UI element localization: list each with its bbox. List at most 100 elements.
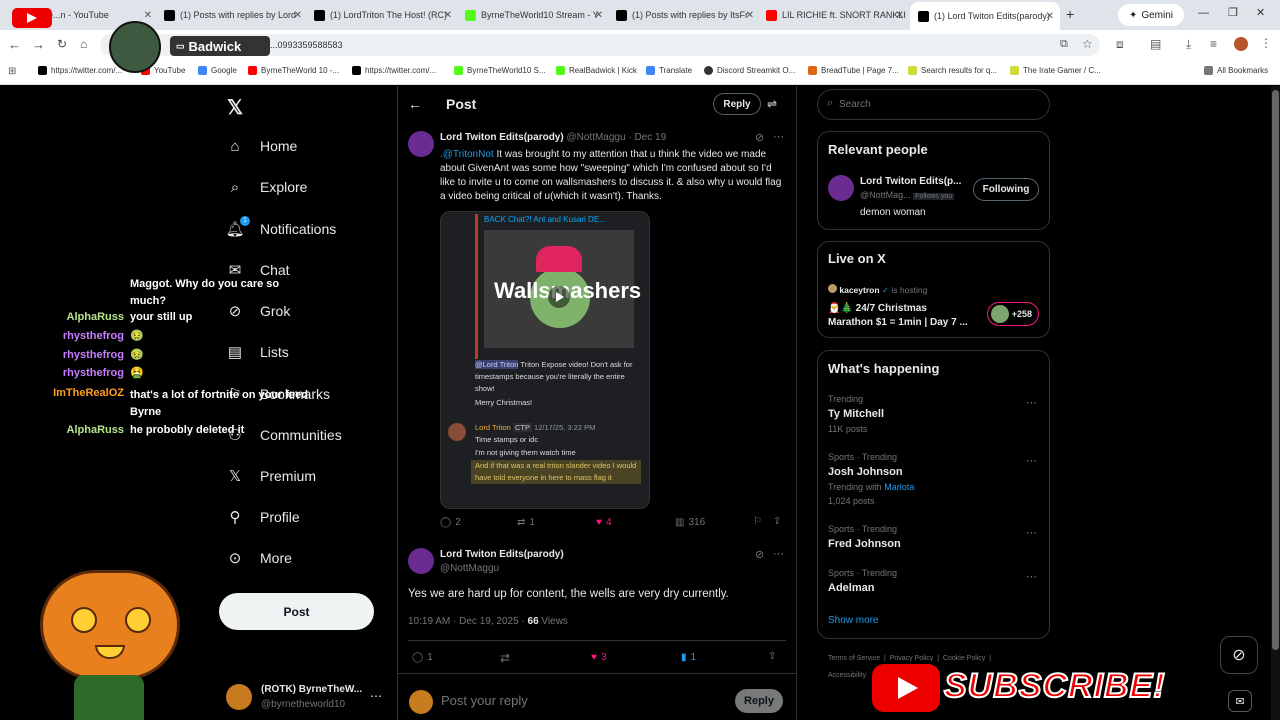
filter-icon[interactable]: ⇌ [767,97,777,111]
bookmark-icon[interactable]: ⚐ [753,516,762,527]
account-menu-icon[interactable]: ⋯ [370,689,382,703]
footer-link[interactable]: Cookie Policy [943,655,985,662]
scrollbar[interactable] [1271,86,1280,720]
repost-action[interactable]: ⇄ 1 [517,517,535,528]
nav-premium[interactable]: 𝕏 Premium [226,467,316,485]
live-host-row[interactable]: kaceytron ✓ is hosting [828,284,927,296]
extensions-icon[interactable]: ⧈ [1116,37,1124,52]
nav-profile[interactable]: ⚲ Profile [226,508,300,526]
close-window-icon[interactable]: ✕ [1256,6,1265,19]
nav-more[interactable]: ⊙ More [226,549,292,567]
browser-tab[interactable]: (1) Posts with replies by ItsFr ✕ [616,5,756,25]
messages-icon[interactable]: ✉ [1228,690,1252,712]
like-action[interactable]: ♥ 3 [591,652,607,663]
bookmark-item[interactable]: ByrneTheWorld 10 -... [248,66,339,75]
media-icon[interactable]: ≡ [1210,37,1217,51]
bookmark-item[interactable]: Discord Streamkit O... [704,66,795,75]
install-icon[interactable]: ⧉ [1060,38,1068,51]
author-name[interactable]: Lord Twiton Edits(parody) [440,549,564,560]
sidepanel-icon[interactable]: ▤ [1150,37,1161,51]
footer-link[interactable]: Terms of Service [828,655,880,662]
x-logo-icon[interactable]: 𝕏 [227,95,243,120]
live-listeners[interactable]: +258 [987,302,1039,326]
trend-item[interactable]: Sports · Trending Adelman [828,568,897,594]
browser-tab[interactable]: (1) Posts with replies by Lord ✕ [164,5,304,25]
more-options-icon[interactable]: ⋯ [773,130,784,143]
trend-item[interactable]: Trending Ty Mitchell 11K posts [828,394,884,434]
profile-avatar[interactable] [1234,37,1248,51]
post-date[interactable]: · Dec 19 [628,132,666,143]
reply-input[interactable]: Post your reply [441,693,528,708]
like-action[interactable]: ♥ 4 [596,517,612,528]
share-icon[interactable]: ⇪ [773,516,781,527]
footer-link[interactable]: Privacy Policy [890,655,934,662]
download-icon[interactable]: ⤓ [1186,37,1191,52]
mention-link[interactable]: .@TritonNot [440,149,494,160]
share-icon[interactable]: ⇪ [768,651,776,662]
reply-header-button[interactable]: Reply [713,93,761,115]
forward-icon[interactable]: → [32,37,45,52]
trend-more-icon[interactable]: ⋯ [1026,454,1037,467]
trend-item[interactable]: Sports · Trending Fred Johnson [828,524,901,550]
bookmark-action[interactable]: ▮ 1 [681,652,696,663]
bookmark-item[interactable]: Search results for q... [908,66,997,75]
views-action[interactable]: ▥ 316 [675,517,705,528]
apps-icon[interactable]: ⊞ [8,66,16,77]
trend-more-icon[interactable]: ⋯ [1026,396,1037,409]
live-title: Live on X [828,251,886,266]
browser-tab[interactable]: LIL RICHIE ft. SNORT RANKLI ✕ [766,5,906,25]
trend-item[interactable]: Sports · Trending Josh Johnson Trending wi… [828,452,914,506]
play-icon[interactable] [548,286,570,308]
all-bookmarks[interactable]: All Bookmarks [1204,66,1268,75]
bookmark-item[interactable]: Translate [646,66,692,75]
bookmark-item[interactable]: https://twitter.com/... [352,66,436,75]
trend-more-icon[interactable]: ⋯ [1026,570,1037,583]
trend-more-icon[interactable]: ⋯ [1026,526,1037,539]
bookmark-item[interactable]: RealBadwick | Kick [556,66,637,75]
nav-explore[interactable]: ⌕ Explore [226,178,308,196]
back-arrow-icon[interactable]: ← [408,96,422,112]
grok-icon[interactable]: ⊘ [755,131,764,144]
author-avatar[interactable] [408,131,434,157]
nav-home[interactable]: ⌂ Home [226,137,297,155]
new-tab-button[interactable]: + [1066,6,1074,22]
author-handle[interactable]: @NottMaggu [440,563,499,574]
author-avatar[interactable] [408,548,434,574]
nav-notifications[interactable]: 🔔︎ 1 Notifications [225,216,336,238]
bookmark-item[interactable]: The Irate Gamer / C... [1010,66,1101,75]
home-icon[interactable]: ⌂ [80,37,87,51]
live-title-text[interactable]: 🎅🎄 24/7 Christmas Marathon $1 = 1min | D… [828,302,973,330]
browser-tab-active[interactable]: (1) Lord Twiton Edits(parody) ✕ [910,2,1060,30]
maximize-icon[interactable]: ❐ [1228,6,1238,19]
gemini-button[interactable]: ✦ Gemini [1118,4,1184,26]
post-button[interactable]: Post [219,593,374,630]
grok-float-icon[interactable]: ⊘ [1220,636,1258,674]
account-avatar[interactable] [226,684,252,710]
reply-action[interactable]: ◯ 1 [412,652,433,663]
grok-icon[interactable]: ⊘ [755,548,764,561]
bookmark-star-icon[interactable]: ☆ [1082,37,1093,51]
person-name[interactable]: Lord Twiton Edits(p... [860,176,961,187]
following-button[interactable]: Following [973,178,1039,201]
nav-lists[interactable]: ▤ Lists [226,343,289,361]
footer-link[interactable]: Accessibility [828,672,866,679]
back-icon[interactable]: ← [8,37,21,52]
post-media[interactable]: BACK Chat?! Ant and Kusari DE... Wallsma… [440,211,650,509]
reply-submit-button[interactable]: Reply [735,689,783,713]
person-avatar[interactable] [828,175,854,201]
more-options-icon[interactable]: ⋯ [773,547,784,560]
reply-action[interactable]: ◯ 2 [440,517,461,528]
bookmark-item[interactable]: Google [198,66,237,75]
author-handle[interactable]: @NottMaggu [566,132,625,143]
show-more-link[interactable]: Show more [828,615,879,626]
menu-icon[interactable]: ⋮ [1260,36,1272,50]
bookmark-item[interactable]: BreadTube | Page 7... [808,66,899,75]
repost-icon[interactable]: ⇄ [500,651,510,665]
minimize-icon[interactable]: — [1198,7,1209,19]
author-name[interactable]: Lord Twiton Edits(parody) [440,132,564,143]
browser-tab[interactable]: (1) LordTriton The Host! (RC) ✕ [314,5,454,25]
bookmark-item[interactable]: https://twitter.com/... [38,66,122,75]
browser-tab[interactable]: ByrneTheWorld10 Stream - Y ✕ [465,5,605,25]
bookmark-item[interactable]: ByrneTheWorld10 S... [454,66,546,75]
reload-icon[interactable]: ↻ [57,37,67,51]
